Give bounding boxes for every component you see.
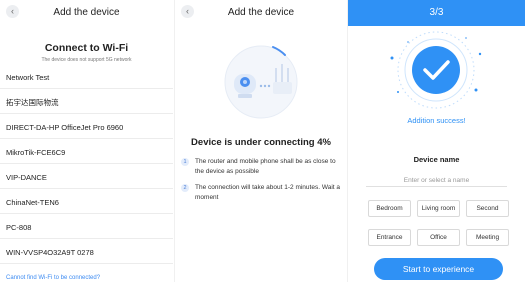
network-name: WIN-VVSP4O32A9T 0278 [6,248,94,257]
network-name: Network Test [6,73,50,82]
5g-notice: The device does not support 5G network [41,57,132,63]
network-name: DIRECT-DA-HP OfficeJet Pro 6960 [6,123,124,132]
tip-number: 2 [181,184,189,192]
network-name: ChinaNet-TEN6 [6,198,59,207]
room-option-bedroom[interactable]: Bedroom [368,200,411,217]
tip-text: The connection will take about 1-2 minut… [195,184,340,201]
network-item[interactable]: 拓宇达国际物流 [0,89,173,114]
start-experience-button[interactable]: Start to experience [374,258,503,280]
network-item[interactable]: WIN-VVSP4O32A9T 0278 [0,239,173,264]
top-bar: ‹ Add the device [0,0,173,26]
success-illustration [390,31,482,109]
connecting-illustration [224,45,298,119]
network-item[interactable]: VIP-DANCE [0,164,173,189]
page-title: Add the device [227,7,295,18]
connect-wifi-screen: ‹ Add the device Connect to Wi-Fi The de… [0,0,173,282]
tip-item: 2 The connection will take about 1-2 min… [181,183,346,203]
room-option-meeting[interactable]: Meeting [466,229,509,246]
tips-list: 1 The router and mobile phone shall be a… [181,157,346,209]
step-indicator: 3/3 [429,7,444,18]
network-item[interactable]: PC-808 [0,214,173,239]
network-item[interactable]: Network Test [0,64,173,89]
network-item[interactable]: MikroTik-FCE6C9 [0,139,173,164]
room-option-office[interactable]: Office [417,229,460,246]
top-bar: ‹ Add the device [175,0,347,26]
room-option-second-bedroom[interactable]: Second bedroom [466,200,509,217]
connect-wifi-heading: Connect to Wi-Fi [44,42,129,54]
network-name: VIP-DANCE [6,173,47,182]
network-name: 拓宇达国际物流 [6,98,59,107]
cant-find-wifi-link[interactable]: Cannot find Wi-Fi to be connected? [6,275,100,281]
check-circle-icon [412,46,460,94]
device-name-label: Device name [413,155,460,164]
network-list: Network Test 拓宇达国际物流 DIRECT-DA-HP Office… [0,64,173,264]
addition-success-screen: 3/3 Addition success! Device name Bedroo… [348,0,525,282]
tip-number: 1 [181,158,189,166]
header-bar: 3/3 [348,0,525,26]
page-title: Add the device [53,7,120,18]
network-item[interactable]: DIRECT-DA-HP OfficeJet Pro 6960 [0,114,173,139]
network-name: PC-808 [6,223,32,232]
success-message: Addition success! [407,116,466,125]
connecting-screen: ‹ Add the device Device is under connect… [175,0,347,282]
device-name-input[interactable] [366,174,507,187]
connection-status: Device is under connecting 4% [191,137,331,148]
room-option-entrance[interactable]: Entrance [368,229,411,246]
network-name: MikroTik-FCE6C9 [6,148,66,157]
tip-text: The router and mobile phone shall be as … [195,158,336,175]
tip-item: 1 The router and mobile phone shall be a… [181,157,346,177]
network-item[interactable]: ChinaNet-TEN6 [0,189,173,214]
room-option-living-room[interactable]: Living room [417,200,460,217]
